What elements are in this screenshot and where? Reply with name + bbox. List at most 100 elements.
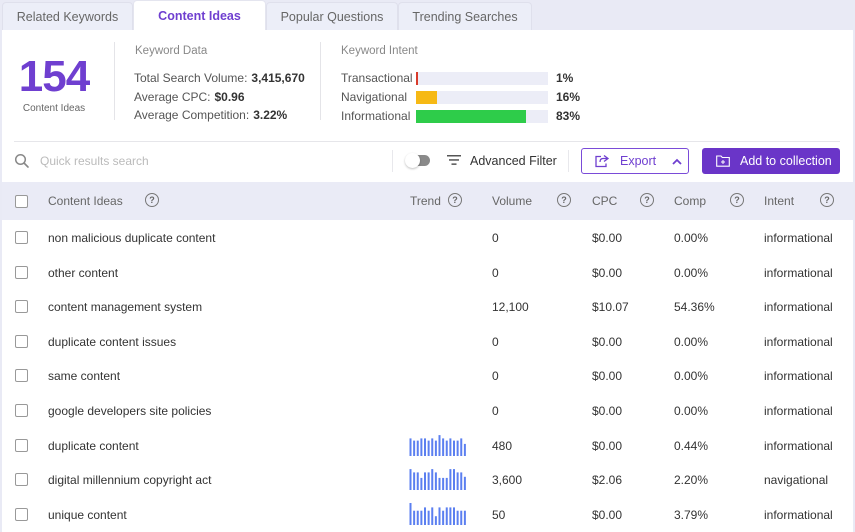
trend-bar: [463, 443, 466, 456]
trend-bar: [420, 437, 423, 456]
comp-cell: 0.00%: [674, 231, 709, 245]
header-intent[interactable]: Intent: [764, 194, 794, 208]
trend-bar: [413, 510, 416, 525]
trend-bar: [416, 440, 419, 456]
row-checkbox[interactable]: [15, 473, 28, 487]
header-cpc[interactable]: CPC: [592, 194, 617, 208]
stat-label: Total Search Volume:: [134, 71, 248, 85]
table-row[interactable]: digital millennium copyright act 3,600 $…: [2, 462, 855, 497]
filter-icon[interactable]: [447, 154, 461, 166]
help-icon[interactable]: ?: [145, 193, 159, 207]
volume-cell: 0: [492, 265, 499, 280]
keyword-cell[interactable]: content management system: [48, 300, 202, 314]
trend-bar: [427, 510, 430, 525]
trend-bar: [434, 440, 437, 456]
average-cpc: Average CPC: $0.96: [134, 90, 245, 104]
header-volume[interactable]: Volume: [492, 194, 532, 208]
comp-cell: 0.44%: [674, 438, 709, 453]
table-row[interactable]: content management system 12,100 $10.07 …: [2, 289, 855, 324]
trend-bar: [416, 472, 419, 491]
stat-value: $0.96: [214, 90, 245, 104]
export-button[interactable]: Export: [581, 148, 689, 174]
help-icon[interactable]: ?: [640, 193, 654, 207]
stat-label: Average Competition:: [134, 108, 250, 122]
header-comp[interactable]: Comp: [674, 194, 706, 208]
intent-transactional: Transactional 1%: [341, 71, 601, 85]
select-all-checkbox[interactable]: [15, 195, 28, 208]
toggle-switch[interactable]: [405, 153, 430, 168]
header-trend[interactable]: Trend: [410, 194, 441, 208]
content-panel: 154 Content Ideas Keyword Data Total Sea…: [2, 30, 855, 532]
row-checkbox[interactable]: [15, 265, 28, 279]
stat-label: Average CPC:: [134, 90, 211, 104]
row-checkbox[interactable]: [15, 438, 28, 452]
header-content-ideas[interactable]: Content Ideas: [48, 194, 123, 208]
trend-bar: [445, 507, 448, 525]
trend-bar: [438, 478, 441, 491]
content-ideas-count: 154: [18, 52, 90, 101]
keyword-cell[interactable]: digital millennium copyright act: [48, 473, 211, 487]
comp-cell: 54.36%: [674, 300, 715, 315]
volume-cell: 0: [492, 231, 499, 245]
volume-cell: 3,600: [492, 473, 523, 488]
help-icon[interactable]: ?: [557, 193, 571, 207]
advanced-filter-button[interactable]: Advanced Filter: [470, 154, 557, 168]
tab-content-ideas[interactable]: Content Ideas: [133, 0, 266, 31]
keyword-cell[interactable]: non malicious duplicate content: [48, 231, 215, 245]
keyword-cell[interactable]: other content: [48, 266, 118, 280]
trend-bar: [460, 472, 463, 491]
table-row[interactable]: unique content 50 $0.00 3.79% informatio…: [2, 497, 855, 532]
row-checkbox[interactable]: [15, 334, 28, 348]
trend-bar: [442, 437, 445, 456]
table-row[interactable]: google developers site policies 0 $0.00 …: [2, 393, 855, 428]
keyword-data-title: Keyword Data: [135, 45, 208, 57]
help-icon[interactable]: ?: [820, 193, 834, 207]
trend-sparkline: [409, 434, 466, 456]
table-row[interactable]: duplicate content issues 0 $0.00 0.00% i…: [2, 324, 855, 359]
intent-cell: navigational: [764, 473, 829, 488]
trend-bar: [449, 469, 452, 491]
table-row[interactable]: duplicate content 480 $0.00 0.44% inform…: [2, 428, 855, 463]
intent-cell: informational: [764, 300, 833, 315]
export-label: Export: [620, 154, 657, 168]
keyword-cell[interactable]: duplicate content issues: [48, 335, 176, 349]
row-checkbox[interactable]: [15, 507, 28, 521]
table-row[interactable]: other content 0 $0.00 0.00% informationa…: [2, 255, 855, 290]
comp-cell: 2.20%: [674, 473, 709, 488]
comp-cell: 0.00%: [674, 334, 709, 349]
divider: [392, 150, 393, 172]
quick-search-input[interactable]: [40, 150, 380, 172]
add-to-collection-button[interactable]: Add to collection: [702, 148, 840, 174]
tab-related-keywords[interactable]: Related Keywords: [2, 2, 133, 31]
trend-bar: [424, 437, 426, 456]
tab-popular-questions[interactable]: Popular Questions: [266, 2, 398, 31]
intent-informational: Informational 83%: [341, 109, 601, 123]
trend-bar: [434, 472, 437, 491]
volume-cell: 0: [492, 369, 499, 384]
toggle-knob: [405, 153, 420, 168]
trend-bar: [445, 440, 448, 456]
intent-bar-track: [416, 72, 548, 85]
keyword-cell[interactable]: duplicate content: [48, 439, 139, 453]
keyword-cell[interactable]: unique content: [48, 508, 127, 522]
row-checkbox[interactable]: [15, 231, 28, 244]
tab-trending-searches[interactable]: Trending Searches: [398, 2, 532, 31]
keyword-cell[interactable]: same content: [48, 369, 120, 383]
help-icon[interactable]: ?: [730, 193, 744, 207]
trend-bar: [416, 510, 419, 525]
table-row[interactable]: non malicious duplicate content 0 $0.00 …: [2, 220, 855, 255]
content-ideas-count-label: Content Ideas: [22, 103, 86, 114]
table-row[interactable]: same content 0 $0.00 0.00% informational: [2, 358, 855, 393]
row-checkbox[interactable]: [15, 369, 28, 383]
row-checkbox[interactable]: [15, 300, 28, 314]
intent-cell: informational: [764, 265, 833, 280]
intent-bar-track: [416, 110, 548, 123]
intent-navigational: Navigational 16%: [341, 90, 601, 104]
search-icon: [14, 153, 29, 168]
row-checkbox[interactable]: [15, 403, 28, 417]
stat-value: 3,415,670: [251, 71, 305, 85]
intent-percent: 16%: [556, 90, 581, 104]
keyword-cell[interactable]: google developers site policies: [48, 404, 211, 418]
table-body: non malicious duplicate content 0 $0.00 …: [2, 220, 855, 531]
help-icon[interactable]: ?: [448, 193, 462, 207]
